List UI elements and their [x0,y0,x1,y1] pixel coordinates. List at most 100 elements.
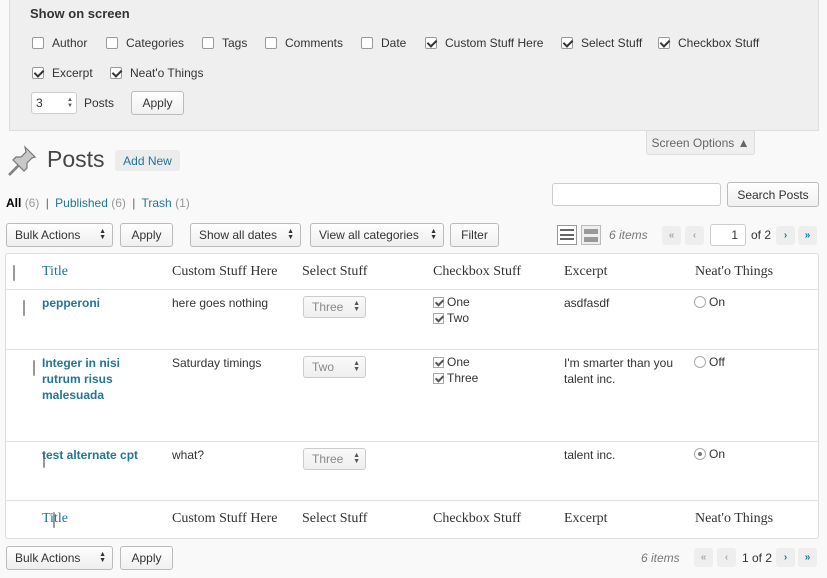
column-toggle-checkbox-stuff[interactable]: Checkbox Stuff [658,36,759,50]
bulk-actions-select-bottom[interactable]: Bulk Actions ▲ ▼ [6,546,113,570]
option-label: Tags [222,36,248,50]
radio-button[interactable] [694,296,706,308]
column-toggle-tags[interactable]: Tags [202,36,247,50]
row-divider [5,289,819,290]
custom-cell: what? [172,448,205,462]
last-page-button[interactable]: » [798,226,817,245]
list-view-icon[interactable] [557,225,577,245]
checkbox[interactable] [361,37,373,49]
categories-filter-select[interactable]: View all categories ▲ ▼ [310,223,444,247]
option-label: Excerpt [52,66,93,80]
next-page-button-bottom[interactable]: › [776,548,795,567]
checkbox-label: One [447,295,470,309]
add-new-button[interactable]: Add New [115,150,180,171]
select-arrows-icon: ▲ ▼ [287,228,294,241]
checkbox-checked[interactable] [425,37,437,49]
checked-box[interactable] [433,296,444,308]
select-value: Bulk Actions [15,551,81,565]
checked-box[interactable] [433,372,444,384]
column-toggle-categories[interactable]: Categories [106,36,184,50]
column-toggle-date[interactable]: Date [361,36,406,50]
select-all-checkbox[interactable] [13,265,15,281]
checkbox-checked[interactable] [658,37,670,49]
column-header-neato: Neat'o Things [695,264,774,279]
checkbox-label: One [447,355,470,369]
column-footer-title[interactable]: Title [42,511,68,527]
screen-options-apply-button[interactable]: Apply [131,91,184,115]
prev-page-button-bottom[interactable]: ‹ [717,548,736,567]
post-title-link[interactable]: test alternate cpt [42,447,162,463]
items-count: 6 items [609,228,648,242]
checkbox[interactable] [32,37,44,49]
select-value: Bulk Actions [15,228,81,242]
column-toggle-custom-stuff[interactable]: Custom Stuff Here [425,36,543,50]
first-page-button-bottom[interactable]: « [694,548,713,567]
column-toggle-excerpt[interactable]: Excerpt [32,66,93,80]
posts-per-page-input[interactable]: 3 ▲ ▼ [31,92,77,114]
current-page-input[interactable]: 1 [710,224,746,246]
column-header-title[interactable]: Title [42,264,68,280]
checkbox-label: Three [447,371,479,385]
neato-radio[interactable]: On [694,295,725,309]
select-value: Two [312,360,335,374]
view-trash-link[interactable]: Trash [142,196,172,210]
row-checkbox[interactable] [23,300,25,316]
view-all-link[interactable]: All [6,196,21,210]
option-label: Author [52,36,88,50]
screen-options-tab[interactable]: Screen Options ▲ [646,131,755,155]
last-page-button-bottom[interactable]: » [798,548,817,567]
row-select[interactable]: Two ▲ ▼ [303,356,366,378]
row-checkbox[interactable] [33,360,35,376]
excerpt-view-icon[interactable] [581,225,601,245]
row-select[interactable]: Three ▲ ▼ [303,448,366,470]
post-title-link[interactable]: pepperoni [42,295,152,311]
checkbox-checked[interactable] [32,67,44,79]
radio-button[interactable] [694,356,706,368]
checkbox-checked[interactable] [110,67,122,79]
checked-box[interactable] [433,356,444,368]
row-divider [5,500,819,501]
column-toggle-author[interactable]: Author [32,36,87,50]
separator: | [132,196,136,210]
pushpin-icon [8,145,37,176]
dates-filter-select[interactable]: Show all dates ▲ ▼ [190,223,301,247]
column-toggle-neato[interactable]: Neat'o Things [110,66,203,80]
next-page-button[interactable]: › [776,226,795,245]
bulk-apply-button-bottom[interactable]: Apply [120,546,173,570]
checkbox-option[interactable]: Two [433,311,469,325]
spinner-icon[interactable]: ▲ ▼ [67,97,73,109]
select-value: Three [312,452,344,466]
checkbox[interactable] [106,37,118,49]
checkbox-option[interactable]: One [433,295,470,309]
checkbox[interactable] [265,37,277,49]
checkbox-label: Two [447,311,470,325]
filter-button[interactable]: Filter [450,223,499,247]
neato-radio[interactable]: On [694,447,725,461]
bulk-apply-button[interactable]: Apply [120,223,173,247]
checkbox-option[interactable]: Three [433,371,478,385]
select-arrows-icon: ▲ ▼ [353,452,360,465]
checkbox-option[interactable]: One [433,355,470,369]
post-title-link[interactable]: Integer in nisi rutrum risus malesuada [42,355,152,403]
column-toggle-comments[interactable]: Comments [265,36,343,50]
excerpt-cell: talent inc. [564,448,616,462]
first-page-button[interactable]: « [662,226,681,245]
checked-box[interactable] [433,312,444,324]
search-input[interactable] [552,183,721,206]
separator: | [45,196,49,210]
option-label: Custom Stuff Here [445,36,544,50]
column-toggle-select-stuff[interactable]: Select Stuff [561,36,642,50]
search-posts-button[interactable]: Search Posts [727,182,819,207]
checkbox-checked[interactable] [561,37,573,49]
checkbox[interactable] [202,37,214,49]
excerpt-cell: asdfasdf [564,296,610,310]
option-label: Neat'o Things [130,66,204,80]
bulk-actions-select[interactable]: Bulk Actions ▲ ▼ [6,223,113,247]
option-label: Categories [126,36,185,50]
neato-radio[interactable]: Off [694,355,725,369]
post-status-views: All (6) | Published (6) | Trash (1) [6,196,190,210]
radio-button-selected[interactable] [694,448,706,460]
prev-page-button[interactable]: ‹ [685,226,704,245]
view-published-link[interactable]: Published [55,196,108,210]
row-select[interactable]: Three ▲ ▼ [303,296,366,318]
